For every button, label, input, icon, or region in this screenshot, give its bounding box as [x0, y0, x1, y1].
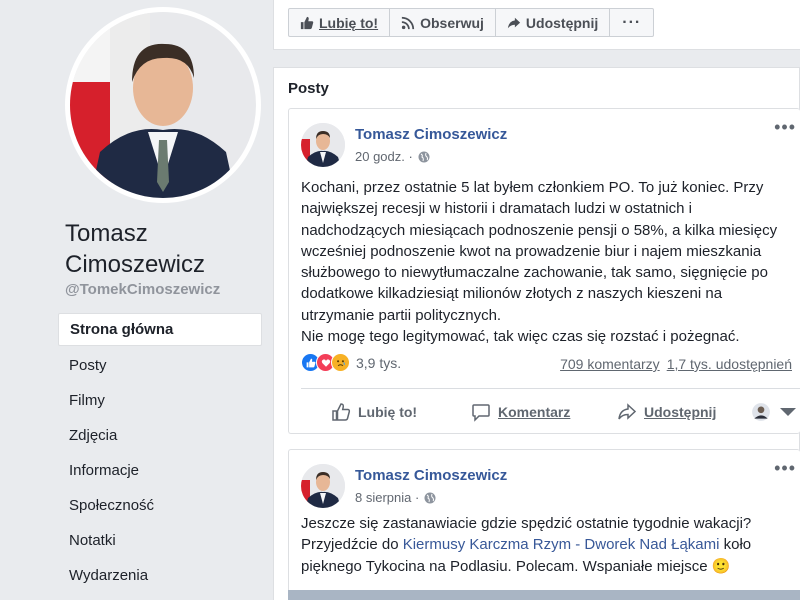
post-card: Tomasz Cimoszewicz 20 godz. · ••• Kochan…: [288, 108, 800, 434]
post-like-button[interactable]: Lubię to!: [331, 402, 417, 422]
more-options-button[interactable]: ···: [610, 9, 653, 36]
rss-icon: [401, 16, 415, 29]
post-actions: Lubię to! Komentarz Udostępnij: [289, 397, 800, 427]
share-page-label: Udostępnij: [525, 14, 599, 31]
mini-avatar-icon: [752, 403, 770, 421]
thumbs-up-outline-icon: [332, 403, 351, 421]
post-share-button[interactable]: Udostępnij: [617, 402, 716, 422]
page-action-buttons: Lubię to! Obserwuj Udostępnij ···: [288, 8, 655, 37]
chevron-down-icon: [780, 408, 796, 416]
shares-count-link[interactable]: 1,7 tys. udostępnień: [667, 356, 792, 372]
left-nav: Strona główna Posty Filmy Zdjęcia Inform…: [58, 313, 262, 593]
post-comment-button[interactable]: Komentarz: [471, 402, 570, 422]
share-arrow-icon: [507, 17, 521, 28]
share-outline-icon: [618, 403, 637, 420]
avatar: [70, 12, 256, 198]
post-audience-selector[interactable]: [751, 402, 798, 422]
share-page-button[interactable]: Udostępnij: [496, 9, 611, 36]
post-text-paragraph: Kochani, przez ostatnie 5 lat byłem czło…: [301, 179, 778, 324]
engagement-stats: 709 komentarzy 1,7 tys. udostępnień: [560, 356, 792, 372]
globe-icon: [418, 151, 430, 162]
post-comment-label: Komentarz: [498, 404, 571, 420]
thumbs-up-icon: [300, 16, 314, 29]
nav-item-posts[interactable]: Posty: [58, 348, 262, 383]
nav-item-events[interactable]: Wydarzenia: [58, 558, 262, 593]
like-page-button[interactable]: Lubię to!: [289, 9, 391, 36]
nav-item-photos[interactable]: Zdjęcia: [58, 418, 262, 453]
follow-button[interactable]: Obserwuj: [390, 9, 496, 36]
post-options-icon[interactable]: •••: [774, 458, 796, 479]
post-options-icon[interactable]: •••: [774, 117, 796, 138]
post-image[interactable]: [288, 590, 800, 600]
page-name[interactable]: Tomasz Cimoszewicz: [65, 218, 265, 280]
post-author-avatar[interactable]: [301, 123, 345, 167]
post-timestamp[interactable]: 8 sierpnia ·: [355, 490, 419, 505]
nav-item-home[interactable]: Strona główna: [58, 313, 262, 346]
left-column: Tomasz Cimoszewicz @TomekCimoszewicz Str…: [0, 0, 274, 600]
nav-item-about[interactable]: Informacje: [58, 453, 262, 488]
post-text-paragraph: Nie mogę tego legitymować, tak więc czas…: [301, 328, 740, 346]
post-like-label: Lubię to!: [358, 404, 418, 420]
reactions-count: 3,9 tys.: [356, 354, 402, 371]
place-link[interactable]: Kiermusy Karczma Rzym - Dworek Nad Łąkam…: [403, 536, 720, 553]
posts-heading: Posty: [288, 80, 329, 97]
page-handle[interactable]: @TomekCimoszewicz: [65, 281, 220, 298]
follow-label: Obserwuj: [420, 14, 484, 31]
post-meta: 20 godz. ·: [355, 149, 430, 164]
post-text: Kochani, przez ostatnie 5 lat byłem czło…: [301, 177, 795, 347]
divider: [301, 388, 800, 389]
nav-item-community[interactable]: Społeczność: [58, 488, 262, 523]
comments-count-link[interactable]: 709 komentarzy: [560, 356, 660, 372]
post-author-name[interactable]: Tomasz Cimoszewicz: [355, 467, 507, 484]
nav-item-videos[interactable]: Filmy: [58, 383, 262, 418]
more-dots-icon: ···: [622, 13, 642, 31]
post-timestamp[interactable]: 20 godz. ·: [355, 149, 413, 164]
post-share-label: Udostępnij: [644, 404, 717, 420]
profile-picture[interactable]: [65, 7, 261, 203]
post-text: Jeszcze się zastanawiacie gdzie spędzić …: [301, 513, 795, 577]
sad-reaction-icon: [331, 353, 350, 372]
post-card: Tomasz Cimoszewicz 8 sierpnia · ••• Jesz…: [288, 449, 800, 600]
post-meta: 8 sierpnia ·: [355, 490, 436, 505]
post-author-name[interactable]: Tomasz Cimoszewicz: [355, 126, 507, 143]
comment-icon: [472, 404, 490, 422]
reactions-summary[interactable]: 3,9 tys.: [301, 353, 401, 372]
globe-icon: [424, 492, 436, 503]
like-page-label: Lubię to!: [319, 14, 379, 31]
post-author-avatar[interactable]: [301, 464, 345, 508]
nav-item-notes[interactable]: Notatki: [58, 523, 262, 558]
page-action-bar: Lubię to! Obserwuj Udostępnij ···: [273, 0, 800, 50]
